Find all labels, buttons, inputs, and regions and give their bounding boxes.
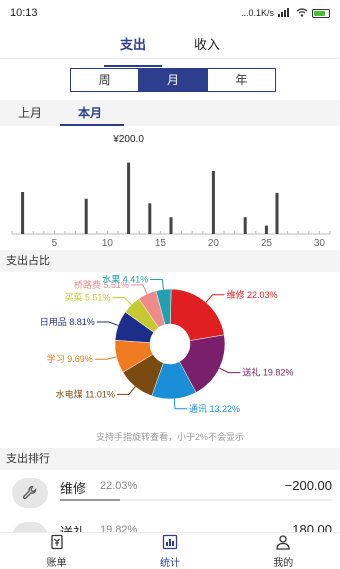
chart-icon xyxy=(162,534,178,553)
pie-label-leader xyxy=(150,278,164,290)
bar[interactable] xyxy=(169,217,173,234)
pie-label-leader xyxy=(116,386,136,395)
pie-slice-label: 通讯 13.22% xyxy=(189,404,240,414)
pie-hint: 支持手指旋转查看，小于2%不会显示 xyxy=(95,432,244,442)
status-indicators: ...0.1K/s xyxy=(240,7,330,19)
pie-slice-label: 学习 9.69% xyxy=(47,353,93,364)
bar[interactable] xyxy=(84,198,88,234)
pie-label-leader xyxy=(96,321,119,326)
pie-section-title: 支出占比 xyxy=(0,250,340,272)
period-selector: 周 月 年 xyxy=(70,68,276,92)
nav-bills[interactable]: 账单 xyxy=(0,533,113,569)
ranking-progress-fill xyxy=(60,499,120,501)
pie-slice-label: 维修 22.03% xyxy=(226,289,277,300)
ranking-item-percent: 22.03% xyxy=(100,480,138,492)
ranking-item[interactable]: 维修 22.03% −200.00 xyxy=(0,472,340,516)
wifi-icon xyxy=(296,7,308,19)
bar[interactable] xyxy=(21,192,25,234)
max-value-label: ¥200.0 xyxy=(112,134,144,145)
status-bar: 10:13 ...0.1K/s xyxy=(0,0,340,26)
tab-this-month[interactable]: 本月 xyxy=(60,100,124,126)
battery-icon xyxy=(312,8,330,18)
bottom-nav: 账单 统计 我的 xyxy=(0,532,340,569)
tab-expense[interactable]: 支出 xyxy=(103,34,163,67)
bar[interactable] xyxy=(148,203,152,234)
daily-expense-bar-chart: 5 10 15 20 25 30 ¥200.0 xyxy=(11,134,331,248)
bar[interactable] xyxy=(264,225,268,234)
status-time: 10:13 xyxy=(10,7,38,19)
pie-slice-label: 送礼 19.82% xyxy=(242,367,293,378)
bar[interactable] xyxy=(127,162,131,234)
pie-slice-label: 水果 4.41% xyxy=(102,273,148,284)
month-tabs: 上月 本月 xyxy=(0,100,340,126)
ranking-item-amount: −200.00 xyxy=(284,478,332,493)
donut-center xyxy=(150,324,190,364)
pie-label-leader xyxy=(130,284,148,295)
period-month[interactable]: 月 xyxy=(139,69,208,91)
nav-statistics[interactable]: 统计 xyxy=(113,533,226,569)
pie-slice-label: 买菜 5.51% xyxy=(64,292,110,303)
type-tabs: 支出 收入 xyxy=(0,34,340,67)
signal-icon xyxy=(278,7,292,19)
period-year[interactable]: 年 xyxy=(208,69,275,91)
pie-slice-label: 日用品 8.81% xyxy=(40,317,95,327)
x-tick-label: 20 xyxy=(208,238,220,248)
x-tick-label: 25 xyxy=(261,238,273,248)
x-tick-label: 5 xyxy=(52,238,58,248)
receipt-icon xyxy=(49,534,65,553)
pie-label-leader xyxy=(219,367,241,374)
wrench-icon xyxy=(12,478,48,508)
ranking-progress-track xyxy=(60,499,332,501)
network-speed: ...0.1K/s xyxy=(240,8,274,18)
ranking-item-name: 维修 xyxy=(60,481,87,496)
nav-bills-label: 账单 xyxy=(46,557,67,569)
x-tick-label: 15 xyxy=(155,238,167,248)
period-week[interactable]: 周 xyxy=(71,69,140,91)
pie-label-leader xyxy=(112,297,132,306)
nav-statistics-label: 统计 xyxy=(159,557,180,569)
bar[interactable] xyxy=(275,192,279,234)
x-tick-label: 10 xyxy=(102,238,114,248)
tab-income[interactable]: 收入 xyxy=(188,34,226,60)
profile-icon xyxy=(275,534,291,553)
expense-donut-chart[interactable]: 维修 22.03% 送礼 19.82% 通讯 13.22% 水电煤 11.01% 学习 … xyxy=(0,272,340,422)
bar[interactable] xyxy=(243,217,247,234)
tabs-divider xyxy=(0,58,340,59)
tab-last-month[interactable]: 上月 xyxy=(0,100,60,126)
pie-label-leader xyxy=(94,356,117,360)
pie-label-leader xyxy=(173,398,188,410)
bar[interactable] xyxy=(211,171,215,234)
nav-profile[interactable]: 我的 xyxy=(227,533,340,569)
ranking-section-title: 支出排行 xyxy=(0,448,340,470)
x-tick-label: 30 xyxy=(314,238,326,248)
pie-label-leader xyxy=(205,294,225,303)
nav-profile-label: 我的 xyxy=(273,557,294,569)
pie-slice-label: 水电煤 11.01% xyxy=(56,388,115,399)
